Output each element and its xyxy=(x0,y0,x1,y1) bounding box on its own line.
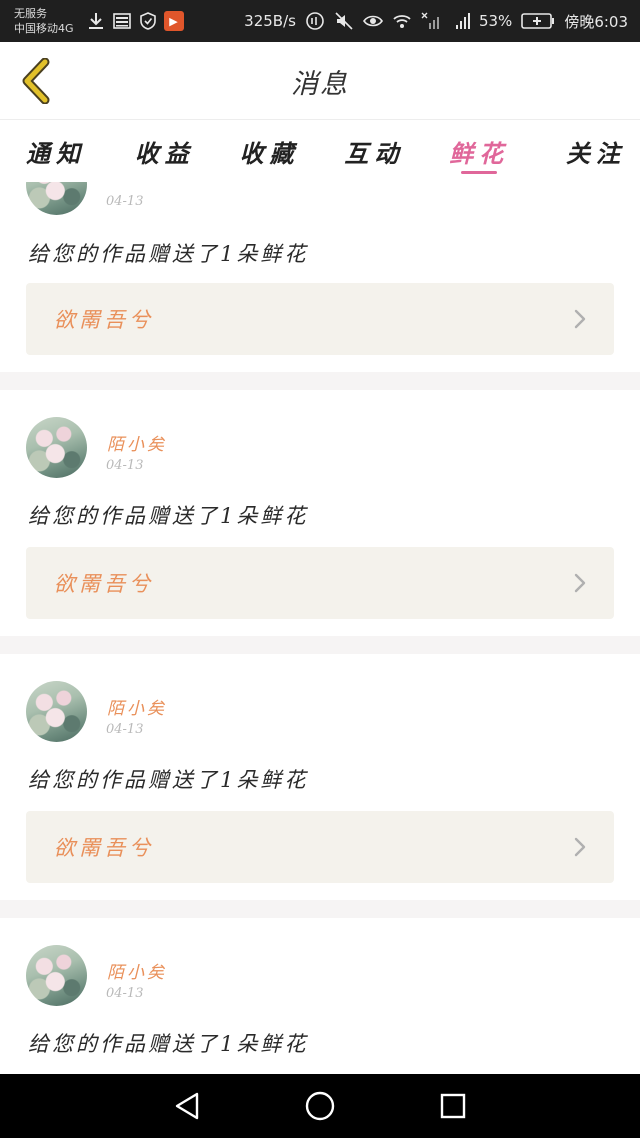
nav-back-button[interactable] xyxy=(167,1086,207,1126)
message-date: 04-13 xyxy=(106,458,144,473)
status-right: 325B/s 53% 傍晚6:03 xyxy=(244,11,628,32)
message-card: 陌小矣 04-13 给您的作品赠送了1朵鲜花 xyxy=(0,918,640,1074)
message-list[interactable]: 04-13 给您的作品赠送了1朵鲜花 欲罱吾兮 陌小矣 04-13 给您的作品赠… xyxy=(0,182,640,1074)
home-circle-icon xyxy=(305,1091,335,1121)
battery-icon xyxy=(521,13,555,29)
chevron-right-icon xyxy=(574,837,586,857)
card-separator xyxy=(0,372,640,390)
message-text: 给您的作品赠送了1朵鲜花 xyxy=(28,768,309,792)
chevron-right-icon xyxy=(574,573,586,593)
work-link[interactable]: 欲罱吾兮 xyxy=(26,283,614,355)
message-date: 04-13 xyxy=(106,194,144,209)
carrier-info: 无服务 中国移动4G xyxy=(14,6,74,36)
avatar[interactable] xyxy=(26,681,87,742)
system-nav-bar xyxy=(0,1074,640,1138)
message-date: 04-13 xyxy=(106,722,144,737)
app-header: 消息 xyxy=(0,42,640,120)
chevron-left-icon xyxy=(22,58,50,104)
message-card: 陌小矣 04-13 给您的作品赠送了1朵鲜花 欲罱吾兮 xyxy=(0,654,640,900)
username[interactable]: 陌小矣 xyxy=(107,958,167,983)
battery-percent: 53% xyxy=(478,12,513,30)
video-app-icon: ▶ xyxy=(163,11,184,31)
active-tab-indicator xyxy=(461,171,498,174)
net-speed: 325B/s xyxy=(244,12,296,30)
mute-icon xyxy=(335,12,353,30)
nav-home-button[interactable] xyxy=(300,1086,340,1126)
message-date: 04-13 xyxy=(106,986,144,1001)
page-title: 消息 xyxy=(291,68,349,100)
work-link[interactable]: 欲罱吾兮 xyxy=(26,811,614,883)
eye-icon xyxy=(363,15,383,27)
message-text: 给您的作品赠送了1朵鲜花 xyxy=(28,242,309,266)
tab-flowers[interactable]: 鲜花 xyxy=(427,120,531,182)
clock: 傍晚6:03 xyxy=(564,12,628,31)
work-title: 欲罱吾兮 xyxy=(54,572,154,596)
chevron-right-icon xyxy=(574,309,586,329)
avatar[interactable] xyxy=(26,182,87,215)
signal-x-icon xyxy=(421,12,439,29)
nav-recents-button[interactable] xyxy=(433,1086,473,1126)
wifi-icon xyxy=(393,15,411,28)
work-link[interactable]: 欲罱吾兮 xyxy=(26,547,614,619)
download-icon xyxy=(88,13,103,29)
back-triangle-icon xyxy=(175,1092,198,1120)
avatar[interactable] xyxy=(26,417,87,478)
tab-bar: 通知 收益 收藏 互动 鲜花 关注 xyxy=(0,120,640,182)
tab-notifications[interactable]: 通知 xyxy=(8,120,112,182)
storage-icon xyxy=(112,13,131,29)
carrier-name: 中国移动4G xyxy=(14,22,74,35)
message-text: 给您的作品赠送了1朵鲜花 xyxy=(28,1032,309,1056)
tab-follows[interactable]: 关注 xyxy=(532,120,636,182)
status-bar: 无服务 中国移动4G ▶ 325B/s 53% 傍晚6:03 xyxy=(0,0,640,42)
tab-earnings[interactable]: 收益 xyxy=(113,120,217,182)
signal-4g-icon xyxy=(455,13,470,29)
notification-icons: ▶ xyxy=(86,11,184,31)
avatar[interactable] xyxy=(26,945,87,1006)
tab-interactions[interactable]: 互动 xyxy=(322,120,426,182)
username[interactable]: 陌小矣 xyxy=(107,694,167,719)
work-title: 欲罱吾兮 xyxy=(54,308,154,332)
card-separator xyxy=(0,636,640,654)
username[interactable]: 陌小矣 xyxy=(107,430,167,455)
tab-favorites[interactable]: 收藏 xyxy=(218,120,322,182)
status-left: 无服务 中国移动4G ▶ xyxy=(14,6,184,36)
message-card: 陌小矣 04-13 给您的作品赠送了1朵鲜花 欲罱吾兮 xyxy=(0,390,640,636)
no-service-text: 无服务 xyxy=(14,7,47,20)
work-title: 欲罱吾兮 xyxy=(54,836,154,860)
data-saver-icon xyxy=(306,12,324,30)
shield-check-icon xyxy=(139,12,156,30)
recents-square-icon xyxy=(441,1093,466,1119)
message-card: 04-13 给您的作品赠送了1朵鲜花 欲罱吾兮 xyxy=(0,182,640,372)
message-text: 给您的作品赠送了1朵鲜花 xyxy=(28,504,309,528)
screen: 无服务 中国移动4G ▶ 325B/s 53% 傍晚6:03 消息 通知 收益 … xyxy=(0,0,640,1138)
back-button[interactable] xyxy=(14,56,58,106)
card-separator xyxy=(0,900,640,918)
